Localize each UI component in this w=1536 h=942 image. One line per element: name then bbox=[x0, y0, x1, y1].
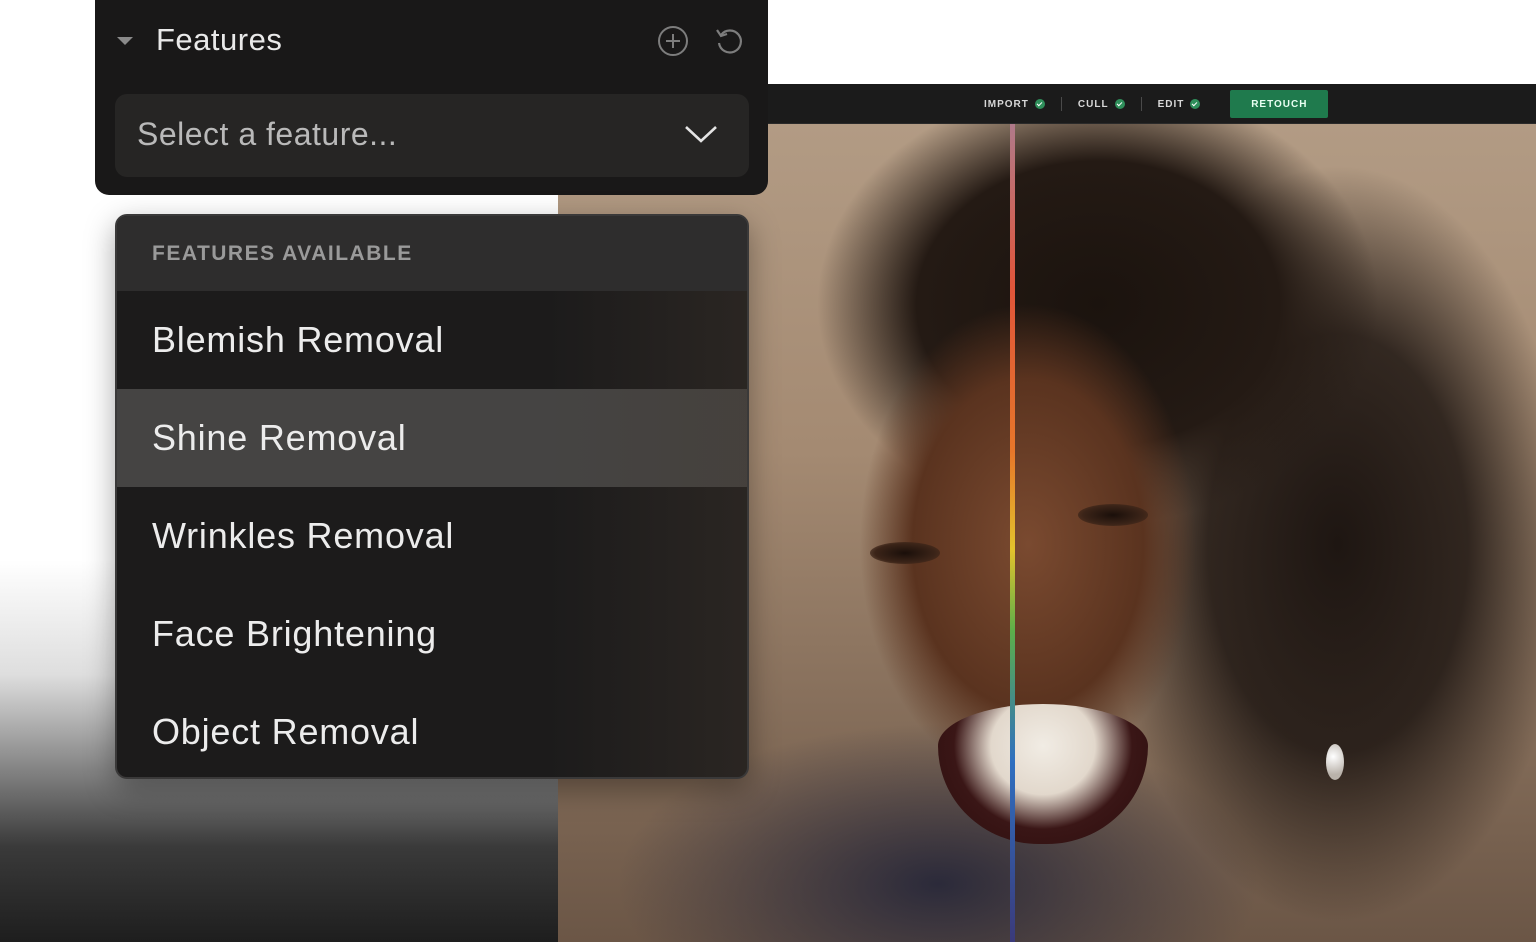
right-eye-shape bbox=[1078, 504, 1148, 526]
workflow-steps: IMPORT CULL EDIT RETOUCH bbox=[968, 90, 1329, 118]
dropdown-header: FEATURES AVAILABLE bbox=[117, 216, 747, 291]
step-import-label: IMPORT bbox=[984, 98, 1029, 110]
step-cull[interactable]: CULL bbox=[1062, 99, 1141, 110]
stage: IMPORT CULL EDIT RETOUCH Features Select… bbox=[0, 0, 1536, 942]
collapse-caret-icon[interactable] bbox=[117, 37, 133, 45]
before-after-slider[interactable] bbox=[1010, 124, 1015, 942]
dropdown-header-label: FEATURES AVAILABLE bbox=[152, 241, 413, 265]
option-blemish-removal[interactable]: Blemish Removal bbox=[117, 291, 747, 389]
smile-shape bbox=[938, 704, 1148, 844]
undo-icon[interactable] bbox=[713, 25, 745, 57]
check-icon bbox=[1114, 99, 1125, 109]
features-title: Features bbox=[156, 22, 283, 57]
option-label: Blemish Removal bbox=[152, 319, 445, 360]
step-edit-label: EDIT bbox=[1157, 98, 1185, 110]
plus-circle-icon[interactable] bbox=[657, 25, 689, 57]
step-import[interactable]: IMPORT bbox=[968, 99, 1061, 110]
check-icon bbox=[1190, 99, 1201, 109]
check-icon bbox=[1034, 99, 1045, 109]
features-header: Features bbox=[95, 0, 768, 80]
chevron-down-icon bbox=[685, 126, 717, 143]
option-face-brightening[interactable]: Face Brightening bbox=[117, 585, 747, 683]
option-label: Face Brightening bbox=[152, 613, 437, 654]
left-eye-shape bbox=[870, 542, 940, 564]
feature-select-placeholder: Select a feature... bbox=[137, 116, 398, 152]
option-label: Object Removal bbox=[152, 711, 420, 752]
option-shine-removal[interactable]: Shine Removal bbox=[117, 389, 747, 487]
retouch-button[interactable]: RETOUCH bbox=[1230, 90, 1329, 118]
step-edit[interactable]: EDIT bbox=[1142, 99, 1217, 110]
option-object-removal[interactable]: Object Removal bbox=[117, 683, 747, 777]
earring-shape bbox=[1326, 744, 1344, 780]
features-dropdown: FEATURES AVAILABLE Blemish Removal Shine… bbox=[115, 214, 749, 779]
option-label: Shine Removal bbox=[152, 417, 407, 458]
features-panel: Features Select a feature... bbox=[95, 0, 768, 195]
option-wrinkles-removal[interactable]: Wrinkles Removal bbox=[117, 487, 747, 585]
step-cull-label: CULL bbox=[1077, 98, 1109, 110]
feature-select[interactable]: Select a feature... bbox=[115, 94, 749, 177]
option-label: Wrinkles Removal bbox=[152, 515, 455, 556]
